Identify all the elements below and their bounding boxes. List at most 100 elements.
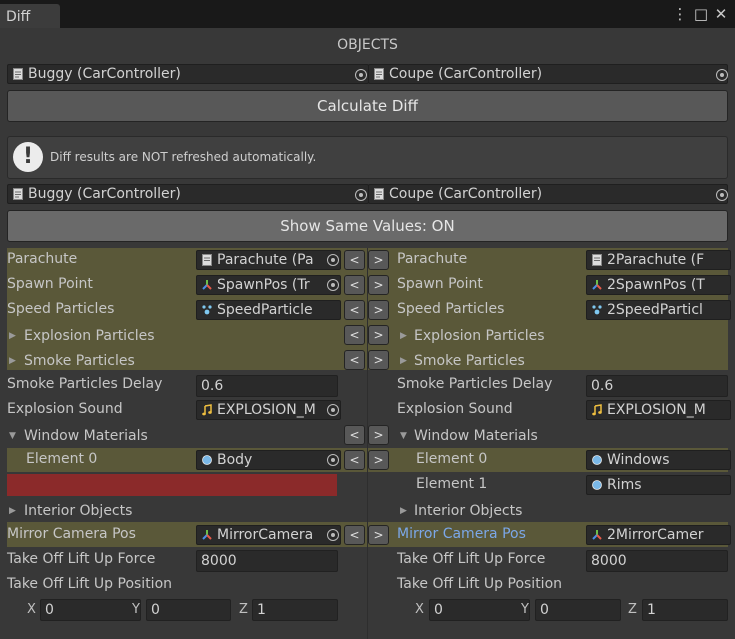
copy-right-button[interactable]: >: [368, 275, 389, 295]
foldout-open-arrow-icon[interactable]: ▼: [9, 431, 16, 441]
more-options-icon[interactable]: ⋮: [672, 4, 688, 24]
left-spawn-label: Spawn Point: [7, 276, 93, 292]
copy-right-button[interactable]: >: [368, 325, 389, 345]
copy-right-button[interactable]: >: [368, 450, 389, 470]
foldout-arrow-icon[interactable]: ▶: [400, 331, 407, 341]
script-icon: [202, 254, 212, 266]
left-parachute-label: Parachute: [7, 251, 78, 267]
left-lift-force-input[interactable]: 8000: [196, 550, 338, 572]
left-smoke-delay-input[interactable]: 0.6: [196, 375, 338, 397]
material-icon: [592, 455, 602, 465]
left-parachute-field[interactable]: Parachute (Pa: [196, 250, 341, 270]
left-spawn-value: SpawnPos (Tr: [217, 277, 310, 293]
left-explosion-sound-field[interactable]: EXPLOSION_M: [196, 400, 341, 420]
object-picker-icon[interactable]: [355, 69, 367, 81]
right-element0-field[interactable]: Windows: [586, 450, 731, 470]
y-axis-label: Y: [521, 602, 529, 617]
object-picker-icon[interactable]: [716, 69, 728, 81]
left-spawn-field[interactable]: SpawnPos (Tr: [196, 275, 341, 295]
missing-element-bar: [7, 474, 337, 496]
right-spawn-value: 2SpawnPos (T: [607, 277, 705, 293]
copy-left-button[interactable]: <: [344, 425, 365, 445]
foldout-arrow-icon[interactable]: ▶: [9, 331, 16, 341]
left-explosion-particles-label[interactable]: Explosion Particles: [24, 328, 155, 344]
right-result-object-field[interactable]: Coupe (CarController): [368, 184, 728, 204]
transform-icon: [592, 530, 602, 540]
right-lift-pos-y-input[interactable]: 0: [535, 599, 621, 621]
right-element1-field[interactable]: Rims: [586, 475, 731, 495]
left-lift-pos-z-input[interactable]: 1: [252, 599, 338, 621]
left-mirror-field[interactable]: MirrorCamera: [196, 525, 341, 545]
copy-right-button[interactable]: >: [368, 525, 389, 545]
copy-left-button[interactable]: <: [344, 325, 365, 345]
show-same-values-toggle[interactable]: Show Same Values: ON: [7, 210, 728, 242]
right-lift-force-label: Take Off Lift Up Force: [397, 551, 546, 567]
objects-header: OBJECTS: [337, 37, 398, 53]
foldout-arrow-icon[interactable]: ▶: [9, 506, 16, 516]
right-element0-value: Windows: [607, 452, 670, 468]
object-picker-icon[interactable]: [327, 529, 339, 541]
right-lift-pos-x-input[interactable]: 0: [429, 599, 530, 621]
left-lift-pos-x-input[interactable]: 0: [40, 599, 141, 621]
right-object-field[interactable]: Coupe (CarController): [368, 64, 728, 84]
object-picker-icon[interactable]: [327, 404, 339, 416]
left-explosion-sound-label: Explosion Sound: [7, 401, 123, 417]
left-explosion-sound-value: EXPLOSION_M: [217, 402, 316, 418]
right-spawn-field[interactable]: 2SpawnPos (T: [586, 275, 731, 295]
foldout-arrow-icon[interactable]: ▶: [400, 506, 407, 516]
maximize-icon[interactable]: □: [693, 4, 709, 24]
transform-icon: [592, 280, 602, 290]
tab-bar: [0, 0, 735, 28]
tab-diff[interactable]: Diff: [0, 4, 60, 28]
right-lift-force-input[interactable]: 8000: [586, 550, 728, 572]
left-result-object-field[interactable]: Buggy (CarController): [7, 184, 369, 204]
left-interior-label[interactable]: Interior Objects: [24, 503, 132, 519]
x-axis-label: X: [415, 602, 424, 617]
right-speed-field[interactable]: 2SpeedParticl: [586, 300, 731, 320]
right-explosion-particles-label[interactable]: Explosion Particles: [414, 328, 545, 344]
copy-right-button[interactable]: >: [368, 250, 389, 270]
calculate-diff-button[interactable]: Calculate Diff: [7, 90, 728, 122]
right-window-materials-label[interactable]: Window Materials: [414, 428, 538, 444]
right-lift-pos-z-input[interactable]: 1: [642, 599, 728, 621]
close-icon[interactable]: ✕: [713, 4, 729, 24]
right-smoke-particles-label[interactable]: Smoke Particles: [414, 353, 525, 369]
help-text: Diff results are NOT refreshed automatic…: [50, 150, 317, 164]
right-parachute-field[interactable]: 2Parachute (F: [586, 250, 731, 270]
right-result-object-name: Coupe (CarController): [389, 186, 543, 202]
foldout-arrow-icon[interactable]: ▶: [400, 356, 407, 366]
left-parachute-value: Parachute (Pa: [217, 252, 314, 268]
object-picker-icon[interactable]: [355, 189, 367, 201]
right-interior-label[interactable]: Interior Objects: [414, 503, 522, 519]
foldout-open-arrow-icon[interactable]: ▼: [400, 431, 407, 441]
copy-left-button[interactable]: <: [344, 275, 365, 295]
left-object-field[interactable]: Buggy (CarController): [7, 64, 369, 84]
particle-system-icon: [592, 305, 602, 315]
copy-left-button[interactable]: <: [344, 450, 365, 470]
copy-left-button[interactable]: <: [344, 350, 365, 370]
copy-left-button[interactable]: <: [344, 300, 365, 320]
left-window-materials-label[interactable]: Window Materials: [24, 428, 148, 444]
object-picker-icon[interactable]: [716, 189, 728, 201]
left-lift-pos-y-input[interactable]: 0: [146, 599, 231, 621]
left-smoke-particles-label[interactable]: Smoke Particles: [24, 353, 135, 369]
copy-right-button[interactable]: >: [368, 300, 389, 320]
left-mirror-label: Mirror Camera Pos: [7, 526, 136, 542]
right-lift-pos-label: Take Off Lift Up Position: [397, 576, 563, 592]
foldout-arrow-icon[interactable]: ▶: [9, 356, 16, 366]
right-mirror-field[interactable]: 2MirrorCamer: [586, 525, 731, 545]
object-picker-icon[interactable]: [327, 279, 339, 291]
script-icon: [13, 68, 23, 80]
right-explosion-sound-field[interactable]: EXPLOSION_M: [586, 400, 731, 420]
right-spawn-label: Spawn Point: [397, 276, 483, 292]
copy-right-button[interactable]: >: [368, 425, 389, 445]
left-speed-field[interactable]: SpeedParticle: [196, 300, 341, 320]
copy-left-button[interactable]: <: [344, 250, 365, 270]
object-picker-icon[interactable]: [327, 454, 339, 466]
right-smoke-delay-input[interactable]: 0.6: [586, 375, 728, 397]
copy-left-button[interactable]: <: [344, 525, 365, 545]
copy-right-button[interactable]: >: [368, 350, 389, 370]
object-picker-icon[interactable]: [327, 254, 339, 266]
left-element0-field[interactable]: Body: [196, 450, 341, 470]
z-axis-label: Z: [628, 602, 637, 617]
